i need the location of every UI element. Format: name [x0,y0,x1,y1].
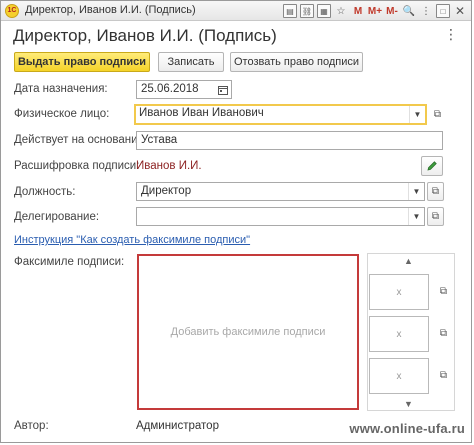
memory-m-button[interactable]: M [351,4,365,18]
basis-field[interactable]: Устава [136,131,443,150]
facsimile-thumb-2[interactable]: x [369,316,429,352]
maximize-icon[interactable]: □ [436,4,450,18]
thumb-mark: x [396,286,402,298]
memory-plus-button[interactable]: M+ [368,4,382,18]
position-open-icon[interactable]: ⧉ [427,182,444,201]
thumb-mark: x [396,370,402,382]
title-bar: 1С Директор, Иванов И.И. (Подпись) ▤ ⛓ ▦… [1,1,471,21]
person-dropdown-icon[interactable]: ▼ [409,106,425,123]
basis-value: Устава [141,134,178,146]
scroll-down-icon[interactable]: ▼ [404,399,413,409]
person-value: Иванов Иван Иванович [139,107,264,119]
delegation-dropdown-icon[interactable]: ▼ [408,208,424,225]
watermark: www.online-ufa.ru [349,421,465,436]
decode-value: Иванов И.И. [136,160,202,172]
pencil-icon [427,161,437,171]
basis-label: Действует на основании: [14,134,148,146]
title-bar-icons: ▤ ⛓ ▦ ☆ M M+ M- 🔍 ⋮ □ ✕ [283,3,467,19]
instruction-link[interactable]: Инструкция "Как создать факсимиле подпис… [14,234,250,246]
author-label: Автор: [14,420,49,432]
memory-minus-button[interactable]: M- [385,4,399,18]
date-field[interactable]: 25.06.2018 [136,80,232,99]
calendar-picker-icon[interactable] [215,81,231,98]
close-icon[interactable]: ✕ [453,4,467,18]
app-logo-icon: 1С [5,4,19,18]
delegation-open-icon[interactable]: ⧉ [427,207,444,226]
page-title: Директор, Иванов И.И. (Подпись) [13,26,277,45]
position-label: Должность: [14,186,76,198]
facsimile-label: Факсимиле подписи: [14,256,125,268]
position-field[interactable]: Директор ▼ [136,182,425,201]
person-field[interactable]: Иванов Иван Иванович ▼ [134,104,427,125]
facsimile-drop-area[interactable]: Добавить факсимиле подписи [137,254,359,410]
calendar-icon[interactable]: ▦ [317,4,331,18]
scroll-up-icon[interactable]: ▲ [404,256,413,266]
facsimile-placeholder: Добавить факсимиле подписи [170,326,326,338]
person-label: Физическое лицо: [14,108,110,120]
thumb-1-open-icon[interactable]: ⧉ [435,282,452,301]
revoke-signature-button[interactable]: Отозвать право подписи [230,52,363,72]
facsimile-thumb-1[interactable]: x [369,274,429,310]
position-value: Директор [141,185,192,197]
thumb-3-open-icon[interactable]: ⧉ [435,366,452,385]
signature-window: 1С Директор, Иванов И.И. (Подпись) ▤ ⛓ ▦… [0,0,472,443]
zoom-icon[interactable]: 🔍 [402,4,416,18]
date-value: 25.06.2018 [141,83,199,95]
menu-icon[interactable]: ⋮ [419,4,433,18]
link-icon[interactable]: ⛓ [300,4,314,18]
window-title: Директор, Иванов И.И. (Подпись) [25,4,196,16]
star-icon[interactable]: ☆ [334,4,348,18]
thumb-2-open-icon[interactable]: ⧉ [435,324,452,343]
document-icon[interactable]: ▤ [283,4,297,18]
grant-signature-button[interactable]: Выдать право подписи [14,52,150,72]
save-button[interactable]: Записать [158,52,224,72]
facsimile-thumb-3[interactable]: x [369,358,429,394]
delegation-field[interactable]: ▼ [136,207,425,226]
author-value: Администратор [136,420,219,432]
more-actions-icon[interactable]: ⋮ [444,26,459,43]
decode-label: Расшифровка подписи: [14,160,140,172]
date-label: Дата назначения: [14,83,108,95]
position-dropdown-icon[interactable]: ▼ [408,183,424,200]
person-open-icon[interactable]: ⧉ [429,105,446,124]
thumb-mark: x [396,328,402,340]
edit-decode-button[interactable] [421,156,443,176]
delegation-label: Делегирование: [14,211,100,223]
